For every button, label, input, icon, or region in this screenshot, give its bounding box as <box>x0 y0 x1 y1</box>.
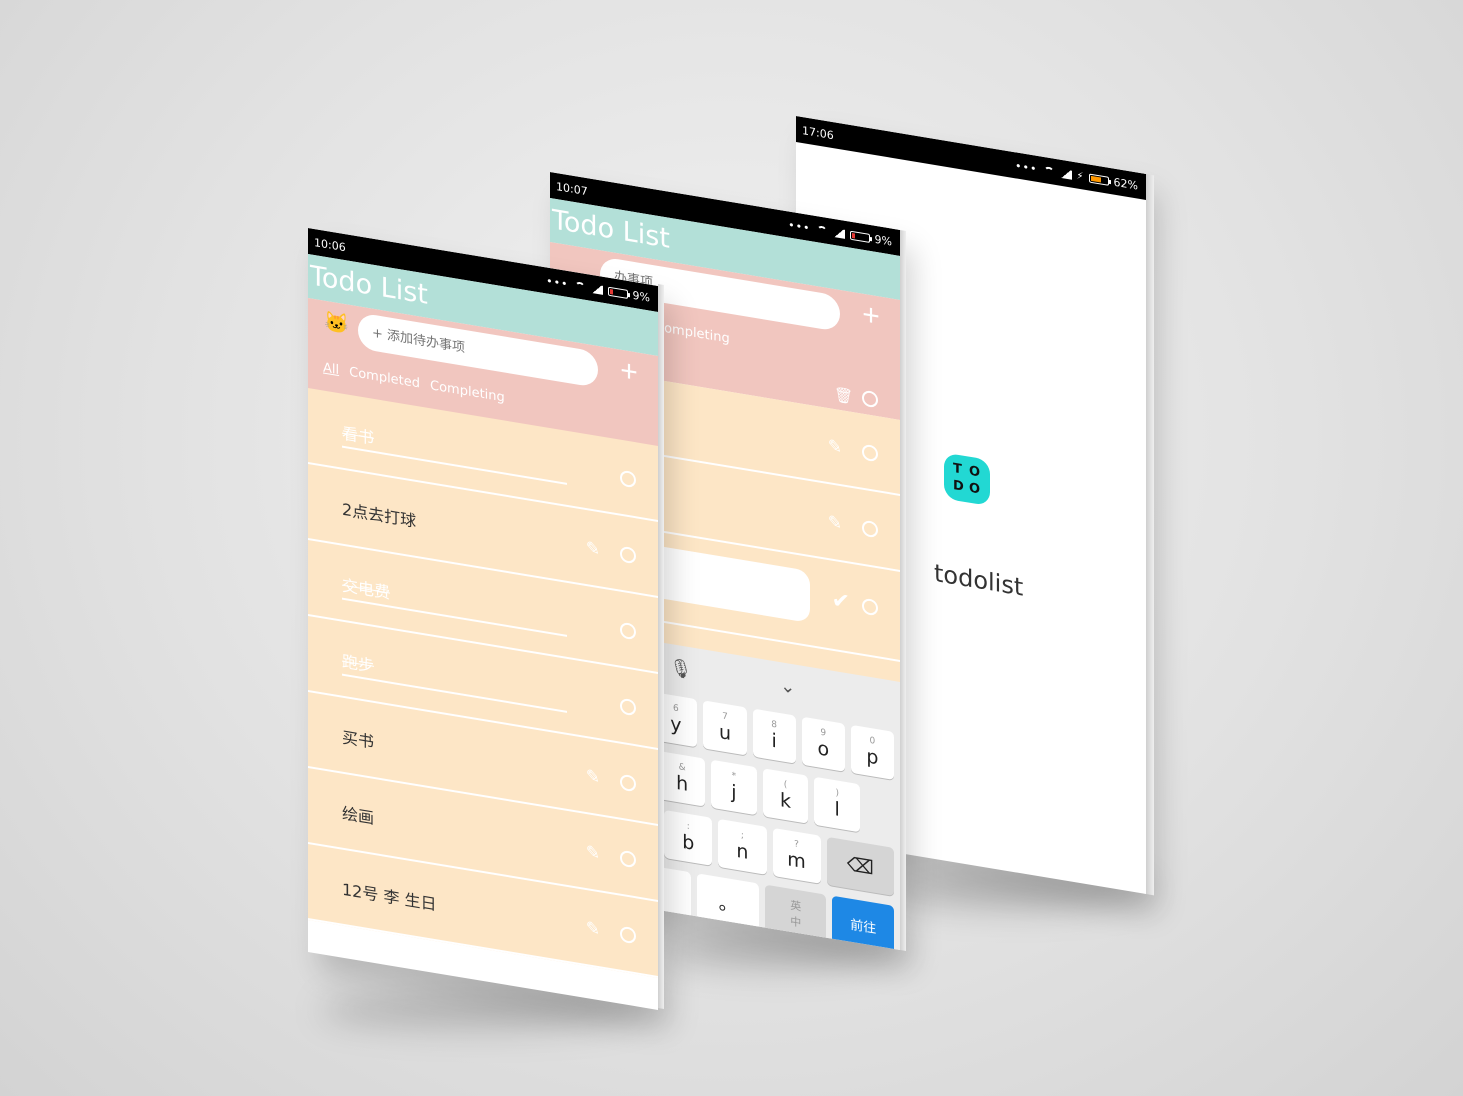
key-secondary: ) <box>835 788 839 799</box>
more-dots-icon: ••• <box>546 274 569 292</box>
complete-circle[interactable] <box>620 773 636 793</box>
status-time: 17:06 <box>802 123 834 143</box>
key-secondary: ; <box>740 830 744 842</box>
signal-icon <box>832 227 845 239</box>
phone-todo-list: 10:06 ••• 9% Todo List 🐱 + All Completed… <box>308 228 658 1010</box>
key[interactable]: & h <box>659 751 706 807</box>
wifi-icon <box>1043 166 1055 177</box>
backspace-icon: ⌫ <box>846 853 874 880</box>
key-letter: u <box>718 720 732 745</box>
period-key[interactable]: 。 <box>697 873 759 932</box>
wifi-icon <box>574 281 586 292</box>
tab-completing[interactable]: Completing <box>655 319 730 346</box>
todo-text: 看书 <box>342 423 375 448</box>
edit-icon[interactable]: ✎ <box>828 436 842 458</box>
edit-icon[interactable]: ✎ <box>586 766 600 788</box>
filter-tabs: Completing <box>655 319 730 346</box>
app-name: todolist <box>934 558 1024 602</box>
collapse-keyboard-icon[interactable]: ⌄ <box>780 675 795 698</box>
complete-circle[interactable] <box>620 469 636 489</box>
signal-icon <box>1059 168 1072 180</box>
battery-percent: 62% <box>1113 175 1138 193</box>
status-time: 10:06 <box>314 235 346 255</box>
key-letter: i <box>771 729 777 753</box>
key[interactable]: * j <box>711 759 757 816</box>
tab-completed[interactable]: Completed <box>349 365 420 392</box>
todo-text: 买书 <box>342 727 375 752</box>
key-letter: h <box>676 771 689 796</box>
battery-icon <box>849 230 870 243</box>
phone-edge <box>900 230 906 951</box>
phone-edge <box>658 284 664 1009</box>
key-letter: n <box>736 839 749 864</box>
more-dots-icon: ••• <box>1015 159 1038 176</box>
more-dots-icon: ••• <box>788 218 811 236</box>
confirm-check-icon[interactable]: ✔ <box>832 587 850 616</box>
charging-icon: ⚡ <box>1076 170 1084 183</box>
edit-icon[interactable]: ✎ <box>828 512 842 534</box>
todo-text: 跑步 <box>342 651 375 676</box>
complete-circle[interactable] <box>620 697 636 717</box>
complete-circle[interactable] <box>862 519 878 539</box>
todo-text: 2点去打球 <box>342 499 417 531</box>
key[interactable]: 7u <box>703 700 747 756</box>
complete-circle[interactable] <box>620 545 636 565</box>
key-letter: y <box>670 712 682 737</box>
key[interactable]: (k <box>762 768 809 824</box>
complete-circle[interactable] <box>620 849 636 869</box>
status-bar: 17:06 ••• ⚡ 62% <box>796 116 1146 200</box>
key-letter: j <box>731 780 737 804</box>
wifi-icon <box>816 225 828 236</box>
edit-icon[interactable]: ✎ <box>586 842 600 864</box>
key-letter: b <box>682 830 695 855</box>
key[interactable]: 8i <box>752 708 796 764</box>
battery-percent: 9% <box>874 232 892 249</box>
backspace-key[interactable]: ⌫ <box>826 836 894 896</box>
key-secondary: ( <box>783 779 788 791</box>
key-letter: o <box>817 737 830 762</box>
key[interactable]: ? m <box>772 827 821 884</box>
todo-logo-icon: T O D O <box>944 452 990 507</box>
key-letter: p <box>866 745 879 770</box>
battery-icon <box>1088 173 1109 186</box>
complete-circle[interactable] <box>620 621 636 641</box>
signal-icon <box>590 283 603 295</box>
battery-icon <box>607 286 628 299</box>
status-time: 10:07 <box>556 179 588 199</box>
tab-all[interactable]: All <box>323 360 339 378</box>
key[interactable]: ; n <box>718 818 767 875</box>
select-all-circle[interactable] <box>862 389 878 409</box>
key[interactable]: 0p <box>850 724 894 780</box>
phone-edge <box>1146 174 1154 896</box>
todo-text: 绘画 <box>342 803 375 828</box>
cat-avatar-icon[interactable]: 🐱 <box>324 309 349 337</box>
add-icon[interactable]: + <box>856 298 886 334</box>
complete-circle[interactable] <box>620 925 636 945</box>
key-secondary: : <box>686 821 690 833</box>
key-letter: l <box>834 798 840 821</box>
key[interactable]: 9o <box>801 716 845 772</box>
complete-circle[interactable] <box>862 597 878 617</box>
trash-icon[interactable]: 🗑 <box>834 385 853 406</box>
edit-icon[interactable]: ✎ <box>586 918 600 940</box>
microphone-icon[interactable]: 🎙 <box>669 656 692 681</box>
edit-icon[interactable]: ✎ <box>586 538 600 560</box>
key[interactable]: :b <box>664 809 713 866</box>
key-letter: k <box>780 789 792 813</box>
battery-percent: 9% <box>632 288 650 305</box>
todo-list: 看书 2点去打球 ✎ 交电费 跑步 买书 ✎ 绘画 ✎ 12号 李 生日 ✎ <box>308 388 658 978</box>
key[interactable]: ) l <box>814 776 861 833</box>
complete-circle[interactable] <box>862 443 878 463</box>
add-icon[interactable]: + <box>614 354 644 390</box>
key-letter: m <box>787 848 806 874</box>
todo-text: 12号 李 生日 <box>342 879 437 915</box>
tab-completing[interactable]: Completing <box>430 378 505 405</box>
